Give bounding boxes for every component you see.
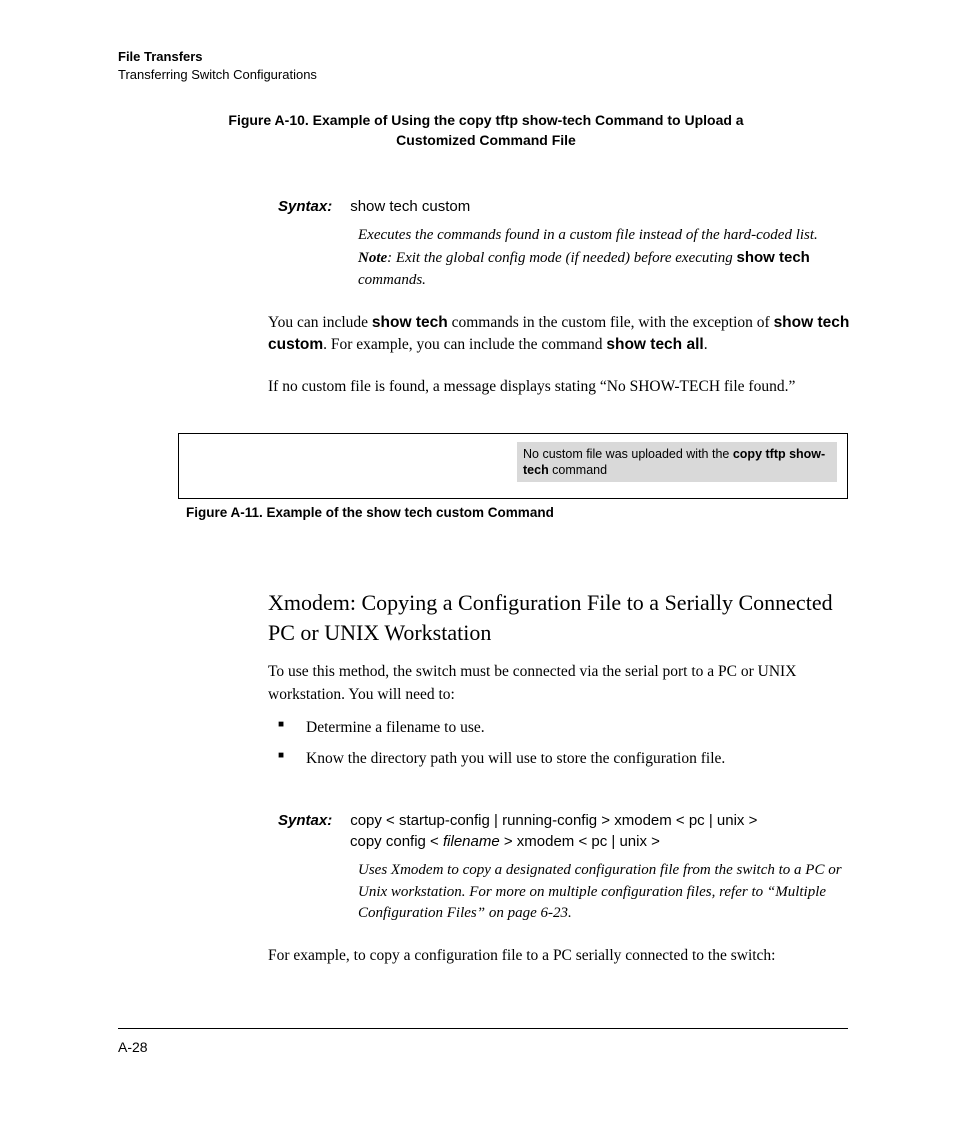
- figure-a11-caption: Figure A-11. Example of the show tech cu…: [186, 505, 854, 520]
- footer-rule: [118, 1028, 848, 1029]
- paragraph-1: You can include show tech commands in th…: [268, 312, 854, 357]
- figure-note-callout: No custom file was uploaded with the cop…: [517, 442, 837, 483]
- section-heading-xmodem: Xmodem: Copying a Configuration File to …: [268, 588, 854, 647]
- syntax-label: Syntax:: [278, 812, 332, 829]
- syntax-command-line1: copy < startup-config | running-config >…: [350, 812, 757, 829]
- header-title: File Transfers: [118, 48, 854, 66]
- paragraph-4: For example, to copy a configuration fil…: [268, 945, 854, 967]
- syntax-description: Executes the commands found in a custom …: [358, 225, 854, 291]
- page-number: A-28: [118, 1039, 954, 1055]
- running-header: File Transfers Transferring Switch Confi…: [118, 48, 854, 83]
- syntax-command: show tech custom: [350, 198, 470, 215]
- bullet-list: Determine a filename to use. Know the di…: [268, 716, 854, 772]
- header-subtitle: Transferring Switch Configurations: [118, 66, 854, 84]
- syntax-block-1: Syntax: show tech custom Executes the co…: [278, 198, 854, 291]
- paragraph-3: To use this method, the switch must be c…: [268, 661, 854, 706]
- figure-a11-box: No custom file was uploaded with the cop…: [178, 433, 848, 499]
- syntax-block-2: Syntax: copy < startup-config | running-…: [278, 812, 854, 925]
- syntax-command-line2: copy config < filename > xmodem < pc | u…: [350, 833, 854, 850]
- list-item: Determine a filename to use.: [268, 716, 854, 741]
- list-item: Know the directory path you will use to …: [268, 747, 854, 772]
- syntax-label: Syntax:: [278, 198, 332, 215]
- figure-a10-caption: Figure A-10. Example of Using the copy t…: [206, 111, 766, 150]
- syntax-description-2: Uses Xmodem to copy a designated configu…: [358, 860, 854, 925]
- paragraph-2: If no custom file is found, a message di…: [268, 376, 854, 398]
